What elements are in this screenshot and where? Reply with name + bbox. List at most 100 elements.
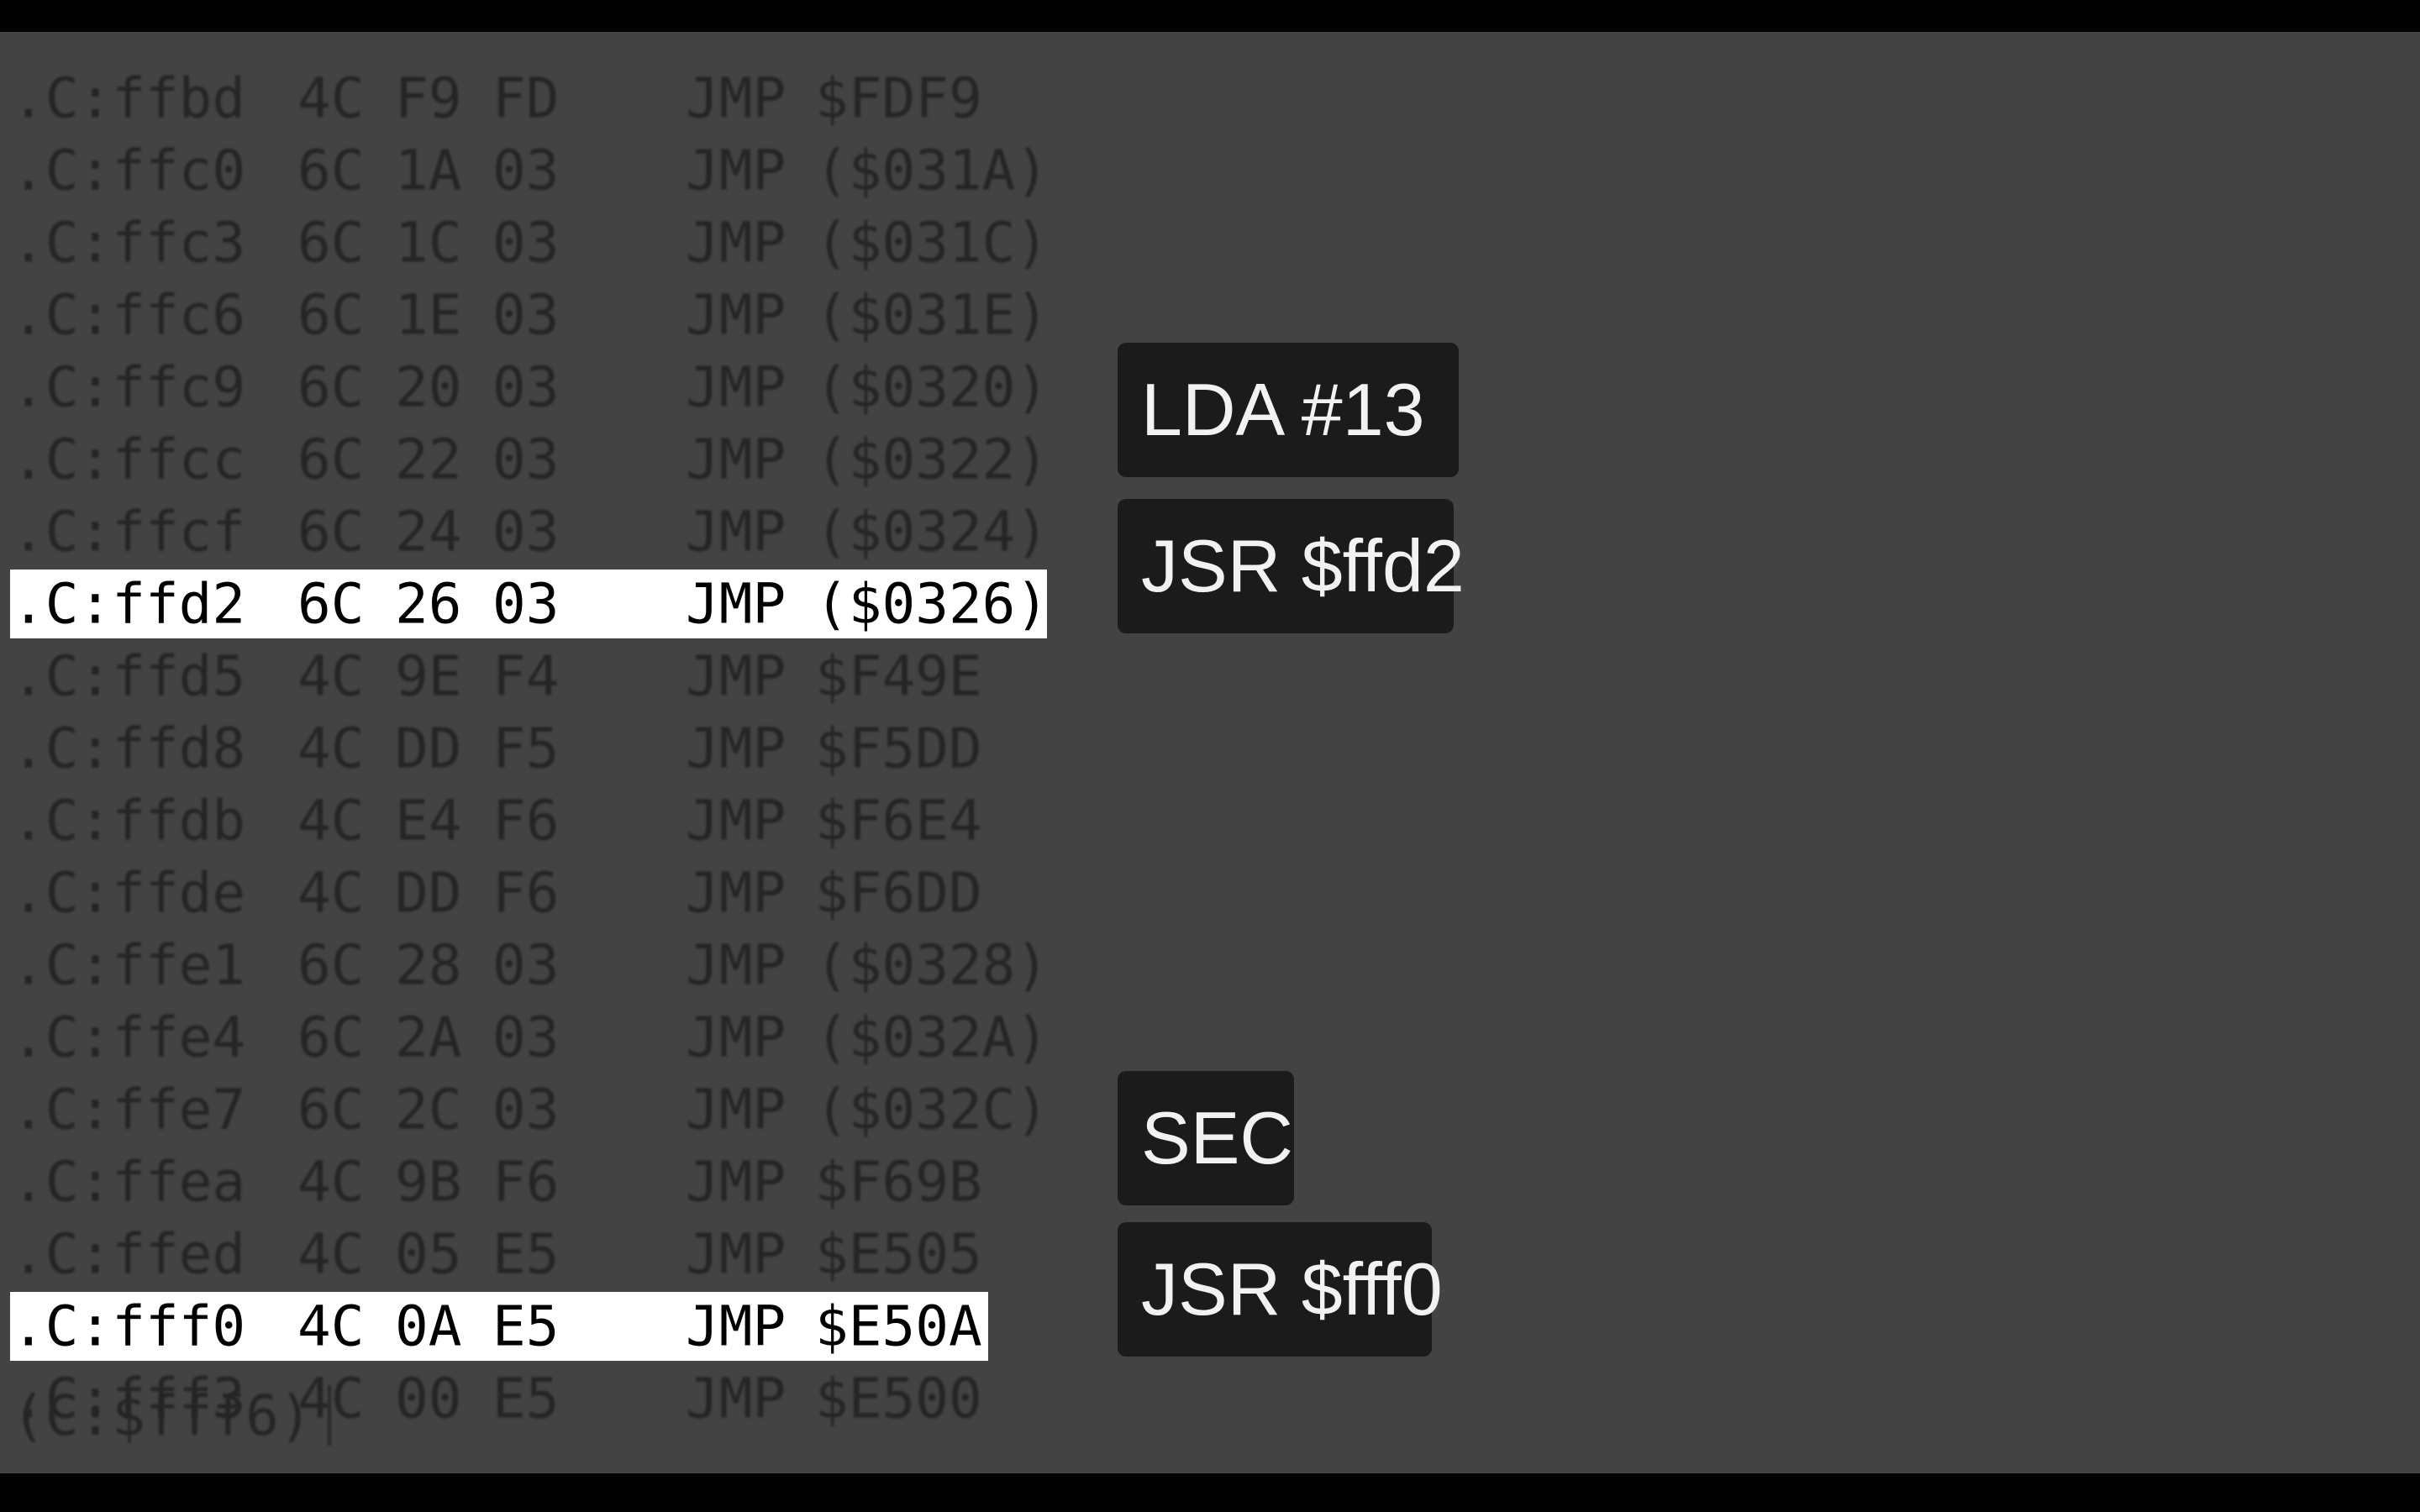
annotation-lda: LDA #13 [1118,343,1459,477]
byte-3: 03 [492,210,560,276]
byte-1: 6C [297,138,365,203]
mnemonic: JMP [686,1366,786,1431]
operand: $E50A [815,1294,982,1359]
byte-2: 1A [395,138,462,203]
byte-2: DD [395,860,462,926]
byte-3: 03 [492,932,560,998]
mnemonic: JMP [686,499,786,564]
byte-1: 6C [297,210,365,276]
byte-1: 4C [297,66,365,131]
operand: $FDF9 [815,66,982,131]
mnemonic: JMP [686,571,786,637]
address: .C:ffcf [12,499,246,564]
byte-3: F5 [492,716,560,781]
byte-3: F6 [492,860,560,926]
byte-3: 03 [492,1077,560,1142]
address: .C:ffbd [12,66,246,131]
command-prompt[interactable]: (C:$fff6) [12,1379,331,1452]
mnemonic: JMP [686,427,786,492]
byte-3: E5 [492,1221,560,1287]
byte-1: 6C [297,499,365,564]
byte-3: 03 [492,499,560,564]
byte-3: E5 [492,1366,560,1431]
operand: $F6E4 [815,788,982,853]
byte-2: 2C [395,1077,462,1142]
operand: ($0320) [815,354,1050,420]
byte-3: 03 [492,138,560,203]
byte-3: F6 [492,788,560,853]
address: .C:ffe7 [12,1077,246,1142]
byte-1: 6C [297,571,365,637]
operand: ($031E) [815,282,1050,348]
byte-2: 24 [395,499,462,564]
mnemonic: JMP [686,1149,786,1215]
mnemonic: JMP [686,1221,786,1287]
mnemonic: JMP [686,210,786,276]
operand: ($032C) [815,1077,1050,1142]
byte-2: 20 [395,354,462,420]
byte-2: 9B [395,1149,462,1215]
byte-3: 03 [492,427,560,492]
address: .C:ffd5 [12,643,246,709]
mnemonic: JMP [686,788,786,853]
byte-3: FD [492,66,560,131]
byte-1: 4C [297,716,365,781]
annotation-sec: SEC [1118,1071,1294,1205]
byte-2: E4 [395,788,462,853]
address: .C:ffc0 [12,138,246,203]
byte-3: 03 [492,1005,560,1070]
operand: $E500 [815,1366,982,1431]
address: .C:ffd2 [12,571,246,637]
address: .C:ffd8 [12,716,246,781]
byte-1: 6C [297,1005,365,1070]
byte-2: 00 [395,1366,462,1431]
address: .C:ffea [12,1149,246,1215]
screen: .C:ffbd 4C F9 FD JMP $FDF9 .C:ffc0 6C 1A… [0,0,2420,1512]
mnemonic: JMP [686,643,786,709]
byte-1: 4C [297,860,365,926]
byte-1: 4C [297,788,365,853]
byte-1: 6C [297,932,365,998]
mnemonic: JMP [686,860,786,926]
annotation-jsr-ffd2: JSR $ffd2 [1118,499,1465,633]
mnemonic: JMP [686,932,786,998]
mnemonic: JMP [686,66,786,131]
operand: ($0324) [815,499,1050,564]
byte-2: 0A [395,1294,462,1359]
byte-1: 6C [297,354,365,420]
address: .C:ffde [12,860,246,926]
address: .C:fff0 [12,1294,246,1359]
byte-2: 1E [395,282,462,348]
byte-1: 4C [297,643,365,709]
address: .C:ffe1 [12,932,246,998]
mnemonic: JMP [686,138,786,203]
byte-1: 4C [297,1294,365,1359]
operand: ($031A) [815,138,1050,203]
address: .C:ffed [12,1221,246,1287]
byte-3: E5 [492,1294,560,1359]
byte-1: 4C [297,1221,365,1287]
byte-2: F9 [395,66,462,131]
mnemonic: JMP [686,1294,786,1359]
address: .C:ffdb [12,788,246,853]
byte-2: 26 [395,571,462,637]
address: .C:ffc3 [12,210,246,276]
byte-2: 1C [395,210,462,276]
operand: ($032A) [815,1005,1050,1070]
operand: $F6DD [815,860,982,926]
address: .C:ffc9 [12,354,246,420]
address: .C:ffc6 [12,282,246,348]
mnemonic: JMP [686,282,786,348]
byte-2: 28 [395,932,462,998]
byte-3: F4 [492,643,560,709]
operand: $F69B [815,1149,982,1215]
address: .C:ffe4 [12,1005,246,1070]
mnemonic: JMP [686,354,786,420]
byte-3: 03 [492,282,560,348]
operand: ($031C) [815,210,1050,276]
operand: ($0328) [815,932,1050,998]
address: .C:ffcc [12,427,246,492]
byte-3: 03 [492,354,560,420]
byte-1: 6C [297,1077,365,1142]
operand: $F49E [815,643,982,709]
